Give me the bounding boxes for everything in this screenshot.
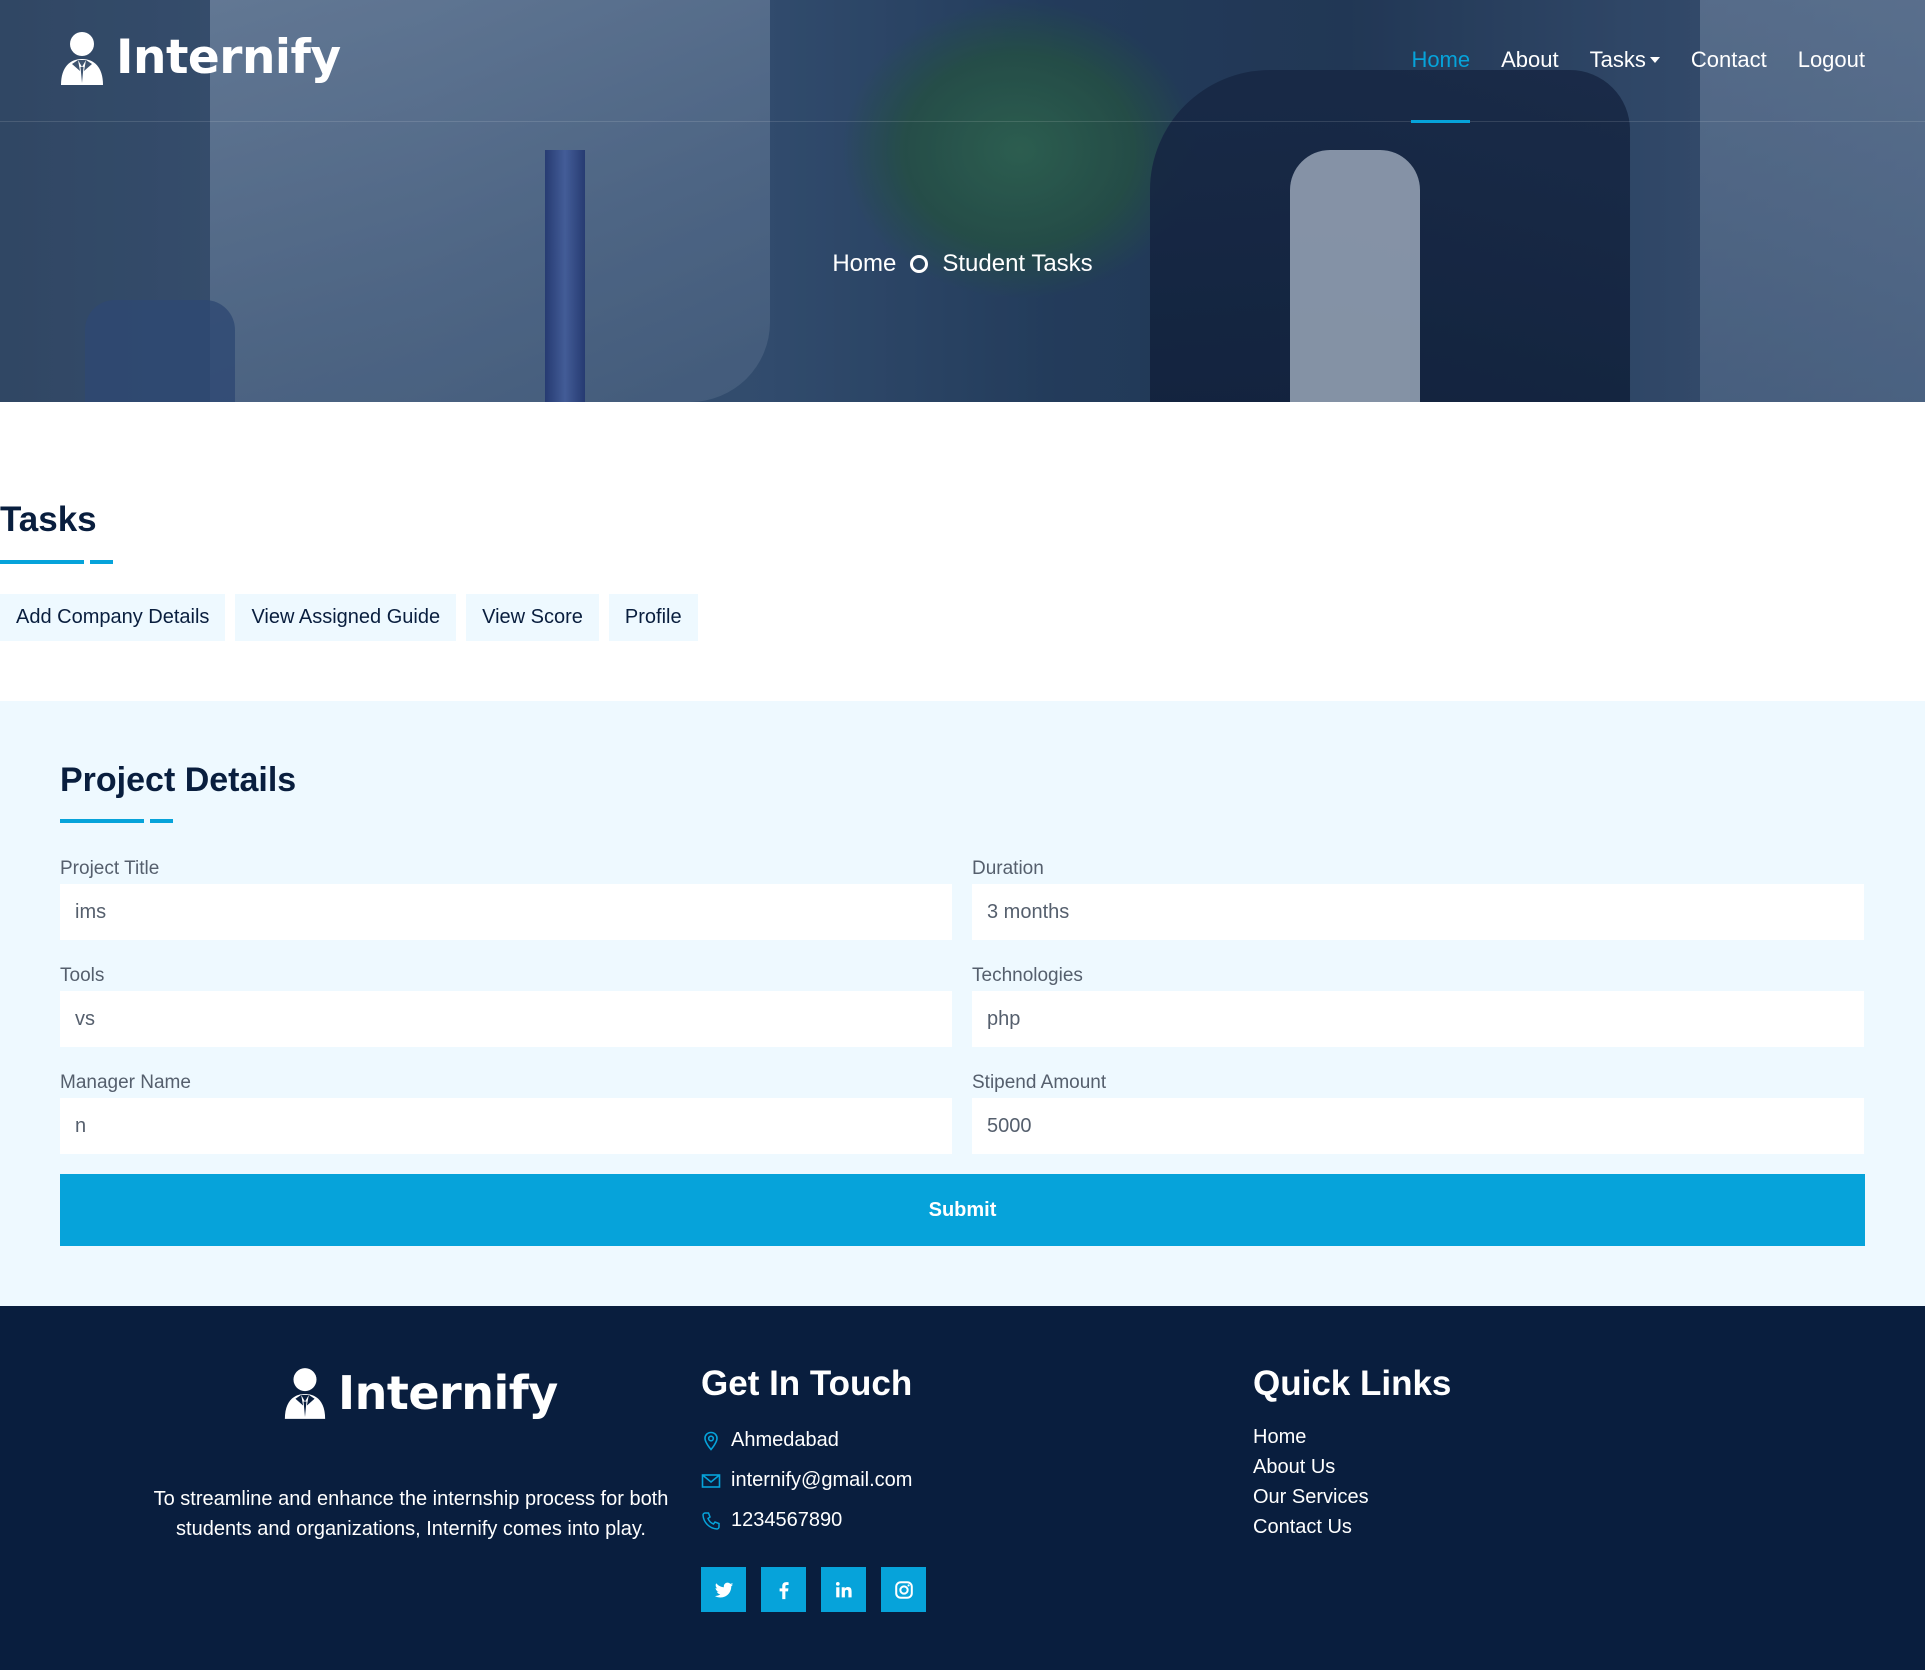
project-details-section: Project Details Project Title ims Durati… (0, 701, 1925, 1306)
submit-button[interactable]: Submit (60, 1174, 1865, 1246)
contact-email-text: internify@gmail.com (731, 1469, 913, 1491)
map-pin-icon (704, 1431, 718, 1451)
social-links (701, 1567, 926, 1612)
tasks-heading-underline (0, 560, 84, 564)
nav-item-tasks-dropdown[interactable]: Tasks (1590, 47, 1660, 123)
linkedin-link[interactable] (821, 1567, 866, 1612)
quick-link-contact-us[interactable]: Contact Us (1253, 1516, 1369, 1539)
nav-label-home: Home (1411, 47, 1471, 72)
user-tie-icon (61, 31, 103, 85)
brand-name: Internify (116, 30, 341, 85)
project-title-input[interactable]: ims (60, 884, 952, 940)
view-assigned-guide-button[interactable]: View Assigned Guide (235, 594, 457, 641)
quick-links-list: Home About Us Our Services Contact Us (1253, 1426, 1369, 1539)
project-details-underline-dash (150, 819, 173, 823)
nav-item-contact[interactable]: Contact (1691, 47, 1767, 123)
nav-label-contact: Contact (1690, 47, 1767, 72)
nav-label-logout: Logout (1797, 47, 1865, 72)
nav-label-tasks: Tasks (1589, 47, 1646, 72)
caret-down-icon (1649, 57, 1660, 63)
tasks-heading-underline-dash (90, 560, 113, 564)
tools-label: Tools (60, 965, 105, 986)
view-score-button[interactable]: View Score (466, 594, 599, 641)
quick-links-heading: Quick Links (1253, 1364, 1452, 1403)
add-company-details-button[interactable]: Add Company Details (0, 594, 226, 641)
instagram-icon (894, 1580, 913, 1599)
instagram-link[interactable] (881, 1567, 926, 1612)
main-nav: Home About Tasks Contact Logout (1411, 47, 1865, 123)
footer-brand-name: Internify (338, 1366, 558, 1420)
contact-phone[interactable]: 1234567890 (701, 1509, 842, 1532)
twitter-icon (714, 1582, 733, 1598)
quick-link-about-us[interactable]: About Us (1253, 1456, 1369, 1479)
contact-address: Ahmedabad (701, 1429, 839, 1452)
hero-banner: Internify Home About Tasks Contact Logou… (0, 0, 1925, 402)
nav-item-about[interactable]: About (1501, 47, 1559, 123)
quick-link-our-services[interactable]: Our Services (1253, 1486, 1369, 1509)
stipend-amount-label: Stipend Amount (972, 1072, 1107, 1093)
project-details-underline (60, 819, 144, 823)
duration-label: Duration (972, 858, 1044, 879)
technologies-label: Technologies (972, 965, 1083, 986)
tools-input[interactable]: vs (60, 991, 952, 1047)
manager-name-label: Manager Name (60, 1072, 191, 1093)
circle-separator-icon (910, 255, 929, 273)
footer-brand-logo[interactable]: Internify (282, 1366, 558, 1420)
contact-phone-text: 1234567890 (731, 1509, 843, 1531)
stipend-amount-input[interactable]: 5000 (972, 1098, 1864, 1154)
contact-email[interactable]: internify@gmail.com (701, 1469, 912, 1492)
breadcrumb-current: Student Tasks (942, 250, 1093, 277)
breadcrumb-home-link[interactable]: Home (832, 250, 896, 278)
project-details-heading: Project Details (60, 761, 297, 799)
navbar: Internify Home About Tasks Contact Logou… (0, 0, 1925, 123)
manager-name-input[interactable]: n (60, 1098, 952, 1154)
technologies-input[interactable]: php (972, 991, 1864, 1047)
footer: Internify To streamline and enhance the … (0, 1306, 1925, 1670)
quick-link-home[interactable]: Home (1253, 1426, 1369, 1449)
breadcrumb: Home Student Tasks (0, 250, 1925, 278)
brand-logo[interactable]: Internify (58, 30, 341, 85)
tasks-heading: Tasks (0, 500, 97, 539)
facebook-link[interactable] (761, 1567, 806, 1612)
twitter-link[interactable] (701, 1567, 746, 1612)
profile-button[interactable]: Profile (608, 594, 698, 641)
user-tie-icon (284, 1368, 326, 1419)
get-in-touch-heading: Get In Touch (701, 1364, 913, 1403)
linkedin-icon (835, 1581, 852, 1597)
contact-address-text: Ahmedabad (731, 1429, 839, 1451)
task-button-group: Add Company Details View Assigned Guide … (0, 594, 698, 641)
nav-label-about: About (1501, 47, 1559, 72)
nav-item-logout[interactable]: Logout (1798, 47, 1865, 123)
phone-icon (702, 1511, 720, 1530)
envelope-icon (701, 1473, 721, 1488)
project-title-label: Project Title (60, 858, 160, 879)
duration-input[interactable]: 3 months (972, 884, 1864, 940)
footer-description: To streamline and enhance the internship… (153, 1488, 669, 1540)
facebook-icon (779, 1581, 789, 1599)
nav-item-home[interactable]: Home (1411, 47, 1470, 123)
